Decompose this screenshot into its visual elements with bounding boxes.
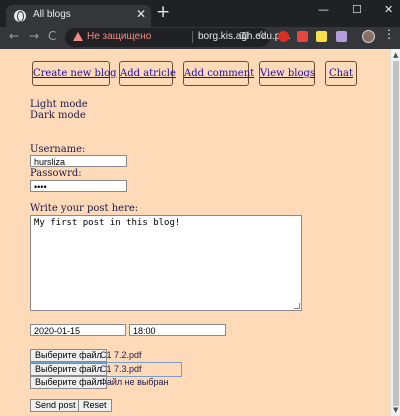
star-icon[interactable]: ☆ [256,28,267,42]
new-tab-button[interactable]: + [156,4,170,21]
nav-link-add-article[interactable]: Add atricle [119,61,176,86]
menu-icon[interactable]: ⋮ [383,28,395,40]
dark-mode-option[interactable]: Dark mode [30,110,86,121]
browser-titlebar: All blogs ✕ + — ☐ ✕ [0,0,400,27]
extension-yellow-icon[interactable] [316,31,327,42]
file-name-2: C1 7.3.pdf [100,364,142,374]
page-viewport: Create new blog Add atricle Add comment … [0,49,390,416]
password-field[interactable]: •••• [30,180,127,192]
reset-button[interactable]: Reset [78,399,112,412]
send-post-button[interactable]: Send post [30,399,81,412]
tab-title: All blogs [33,9,71,20]
nav-link-create-blog[interactable]: Create new blog [32,61,117,86]
nav-link-chat[interactable]: Chat [325,61,357,86]
post-text: My first post in this blog! [34,218,181,228]
username-field[interactable]: hursliza [30,155,127,167]
time-input[interactable]: 18:00 [129,324,226,336]
avatar[interactable] [362,30,375,43]
minimize-button[interactable]: — [318,3,329,16]
file-choose-button-1[interactable]: Выберите файл [30,349,107,362]
username-label: Username: [30,144,86,155]
light-mode-option[interactable]: Light mode [30,99,88,110]
file-choose-button-3[interactable]: Выберите файл [30,376,107,389]
warning-icon [73,32,83,41]
extension-adblock-icon[interactable] [297,31,308,42]
nav-links: Create new blog Add atricle Add comment … [32,61,362,86]
extension-purple-icon[interactable] [336,31,347,42]
forward-button[interactable]: → [29,29,39,43]
url-divider [192,31,193,43]
resize-handle[interactable] [294,303,300,309]
security-warning[interactable]: Не защищено [87,31,151,42]
reload-button[interactable]: C [48,29,56,43]
file-choose-button-2[interactable]: Выберите файл [30,363,107,376]
scroll-down-arrow[interactable]: ▼ [393,406,398,414]
scroll-up-arrow[interactable]: ▲ [393,51,398,59]
scroll-thumb[interactable] [393,61,399,406]
nav-link-view-blogs[interactable]: View blogs [259,61,315,86]
tab-close-icon[interactable]: ✕ [136,7,146,21]
scrollbar[interactable]: ▲ ▼ [390,49,400,416]
close-window-button[interactable]: ✕ [384,3,393,16]
date-input[interactable]: 2020-01-15 [30,324,126,336]
nav-link-add-comment[interactable]: Add comment [183,61,254,86]
maximize-button[interactable]: ☐ [352,3,362,16]
extension-red-icon[interactable] [278,31,289,42]
browser-tab[interactable]: All blogs ✕ [6,5,151,27]
globe-icon [14,10,26,22]
back-button[interactable]: ← [9,29,19,43]
file-name-3: Файл не выбран [100,377,169,387]
file-name-1: C1 7.2.pdf [100,350,142,360]
password-label: Passowrd: [30,168,82,179]
post-label: Write your post here: [30,203,139,214]
post-textarea[interactable]: My first post in this blog! [30,215,302,311]
key-icon[interactable]: ⚿ [240,31,248,42]
